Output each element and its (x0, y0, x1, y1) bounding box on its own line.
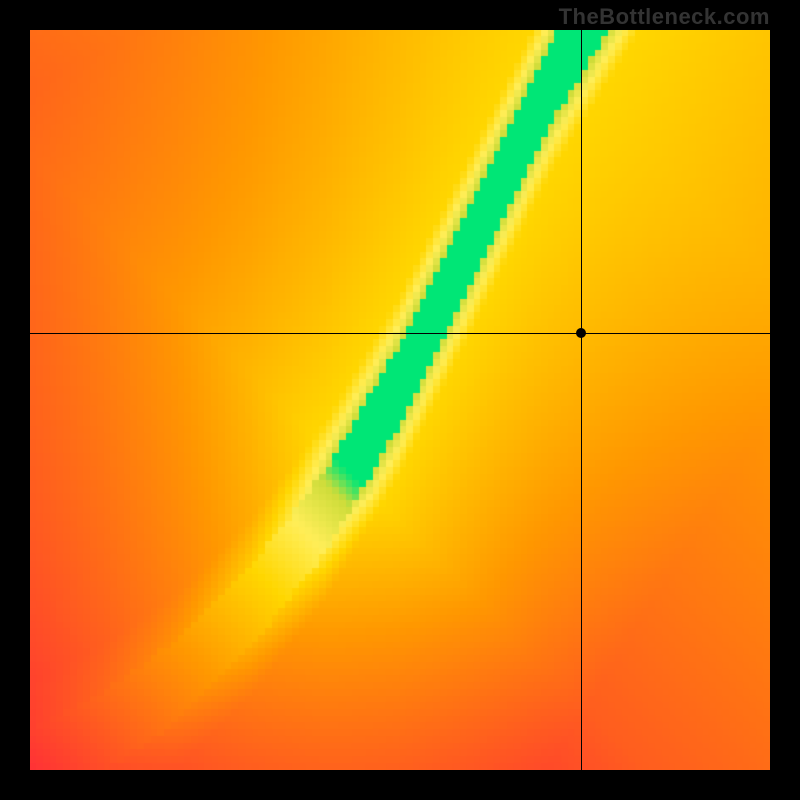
heatmap-plot (30, 30, 770, 770)
crosshair-vertical (581, 30, 582, 770)
chart-frame: TheBottleneck.com (0, 0, 800, 800)
heatmap-canvas (30, 30, 770, 770)
watermark-text: TheBottleneck.com (559, 4, 770, 30)
crosshair-horizontal (30, 333, 770, 334)
marker-dot (576, 328, 586, 338)
